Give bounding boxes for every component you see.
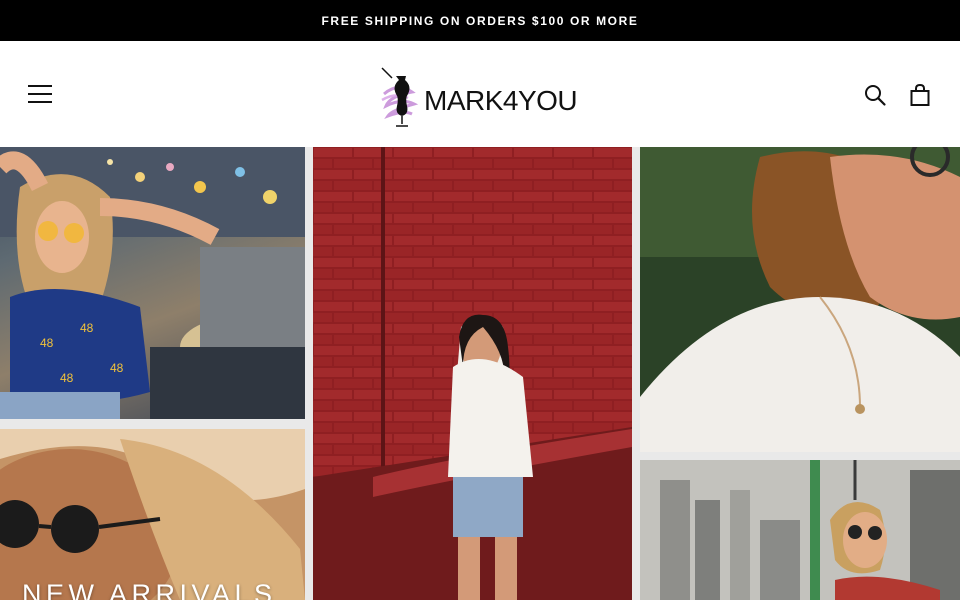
- svg-text:48: 48: [60, 371, 74, 385]
- hamburger-line: [28, 85, 52, 87]
- longhair-man-illustration: [640, 147, 960, 452]
- hero-title[interactable]: NEW ARRIVALS: [22, 579, 277, 600]
- site-header: MARK4YOU: [0, 41, 960, 147]
- hero-photo-fair-girl: 48 48 48 48: [0, 147, 305, 419]
- logo-text: MARK4YOU: [424, 85, 578, 116]
- hero-photo-sunglasses-man: [0, 429, 305, 600]
- menu-button[interactable]: [22, 79, 58, 109]
- dress-form-logo-icon: [381, 67, 419, 127]
- fair-girl-illustration: 48 48 48 48: [0, 147, 305, 419]
- brick-wall-illustration: [313, 147, 632, 600]
- hero-photo-swing-city: [640, 460, 960, 600]
- swing-city-illustration: [640, 460, 960, 600]
- svg-text:48: 48: [40, 336, 54, 350]
- hamburger-line: [28, 101, 52, 103]
- search-icon[interactable]: [863, 83, 887, 107]
- site-logo[interactable]: MARK4YOU: [378, 63, 588, 129]
- hero-photo-brick-wall: [313, 147, 632, 600]
- hamburger-line: [28, 93, 52, 95]
- shopping-bag-icon[interactable]: [908, 83, 932, 107]
- svg-text:48: 48: [110, 361, 124, 375]
- announcement-bar: FREE SHIPPING ON ORDERS $100 OR MORE: [0, 0, 960, 41]
- hero-collage[interactable]: 48 48 48 48 NEW ARRIVALS: [0, 147, 960, 600]
- hero-photo-longhair-man: [640, 147, 960, 452]
- svg-text:48: 48: [80, 321, 94, 335]
- sunglasses-man-illustration: [0, 429, 305, 600]
- announcement-text: FREE SHIPPING ON ORDERS $100 OR MORE: [321, 13, 639, 28]
